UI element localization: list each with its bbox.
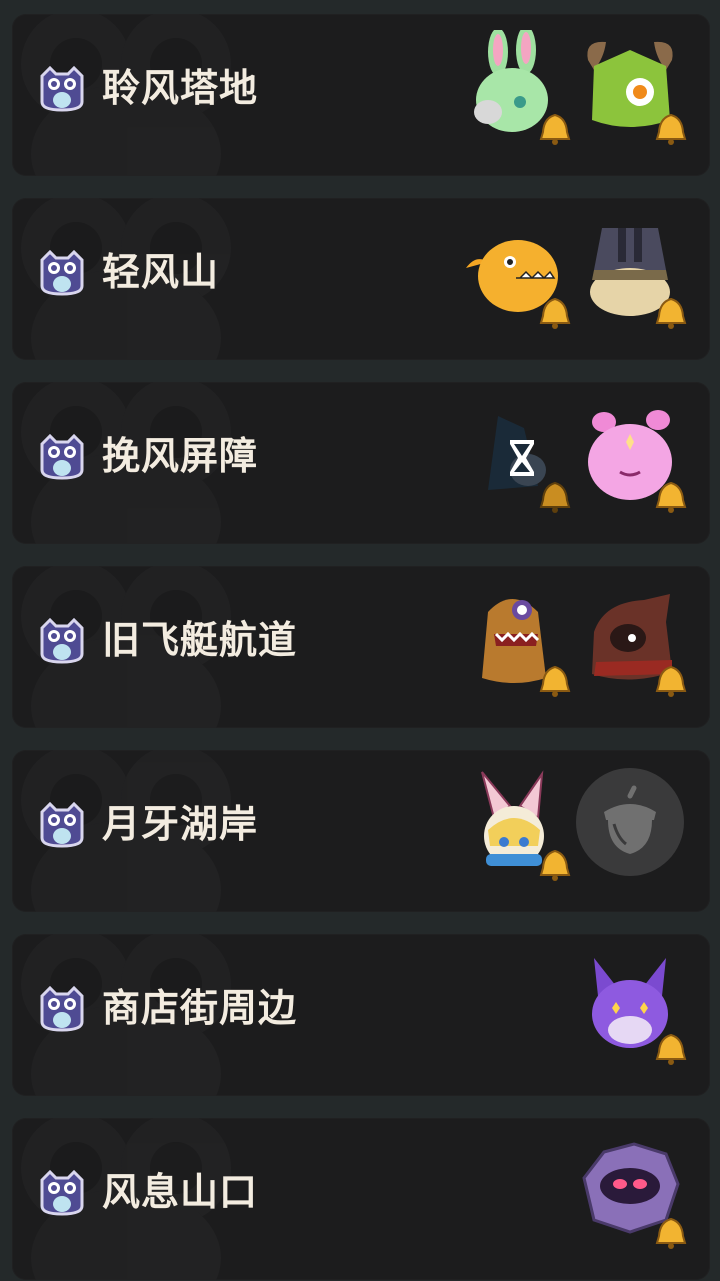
bell-icon (655, 665, 687, 697)
green-bunny-pet-icon[interactable] (458, 26, 571, 145)
bell-icon (539, 113, 571, 145)
owl-location-icon (40, 65, 84, 112)
bell-icon (539, 297, 571, 329)
location-name: 挽风屏障 (102, 434, 259, 478)
location-name: 月牙湖岸 (102, 802, 259, 846)
location-name: 风息山口 (102, 1170, 259, 1214)
location-name: 轻风山 (102, 250, 220, 294)
owl-location-icon (40, 617, 84, 664)
location-name: 商店街周边 (102, 986, 298, 1030)
fox-eared-pet-icon[interactable] (458, 766, 571, 881)
location-name: 旧飞艇航道 (102, 618, 298, 662)
helmet-pet-icon[interactable] (574, 214, 687, 329)
location-list: 聆风塔地 轻风山 挽风屏障 旧飞艇航道 月牙湖岸 商店街周边 风息山口 (0, 0, 720, 1281)
purple-cat-pet-icon[interactable] (574, 950, 687, 1065)
bell-icon (655, 1217, 687, 1249)
owl-location-icon (40, 801, 84, 848)
brown-one-eyed-pet-icon[interactable] (458, 582, 571, 697)
rock-crab-pet-icon[interactable] (574, 1134, 687, 1249)
bell-icon (655, 481, 687, 513)
pink-blob-pet-icon[interactable] (574, 398, 687, 513)
orange-blob-pet-icon[interactable] (458, 214, 571, 329)
bell-icon (539, 481, 571, 513)
bell-icon (539, 849, 571, 881)
bell-icon (655, 113, 687, 145)
owl-location-icon (40, 249, 84, 296)
owl-location-icon (40, 985, 84, 1032)
red-cloak-pet-icon[interactable] (574, 582, 687, 697)
hourglass-locked-pet-icon[interactable] (458, 398, 571, 513)
location-row-1[interactable]: 聆风塔地 (12, 14, 710, 176)
bell-icon (539, 665, 571, 697)
location-row-2[interactable]: 轻风山 (12, 198, 710, 360)
location-row-3[interactable]: 挽风屏障 (12, 382, 710, 544)
location-row-5[interactable]: 月牙湖岸 (12, 750, 710, 912)
owl-location-icon (40, 1169, 84, 1216)
owl-location-icon (40, 433, 84, 480)
location-name: 聆风塔地 (102, 66, 259, 110)
bell-icon (655, 297, 687, 329)
green-horned-pet-icon[interactable] (574, 30, 687, 145)
location-row-4[interactable]: 旧飞艇航道 (12, 566, 710, 728)
bell-icon (655, 1033, 687, 1065)
location-row-6[interactable]: 商店街周边 (12, 934, 710, 1096)
location-row-7[interactable]: 风息山口 (12, 1118, 710, 1280)
acorn-placeholder-icon[interactable] (574, 766, 686, 878)
